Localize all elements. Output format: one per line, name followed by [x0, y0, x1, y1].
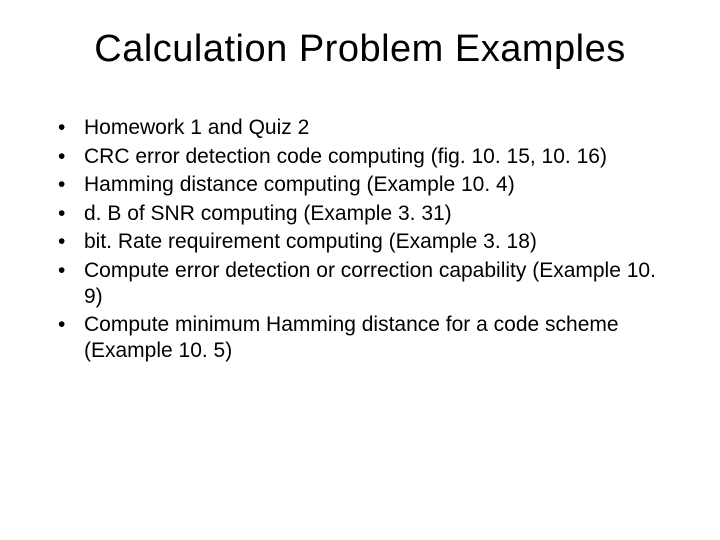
bullet-icon: •	[56, 201, 84, 227]
list-item-text: Homework 1 and Quiz 2	[84, 115, 672, 141]
list-item-text: Compute error detection or correction ca…	[84, 258, 672, 309]
list-item: • Homework 1 and Quiz 2	[56, 115, 672, 141]
bullet-icon: •	[56, 144, 84, 170]
list-item: • Compute error detection or correction …	[56, 258, 672, 309]
page-title: Calculation Problem Examples	[48, 28, 672, 71]
list-item: • Hamming distance computing (Example 10…	[56, 172, 672, 198]
bullet-icon: •	[56, 172, 84, 198]
bullet-icon: •	[56, 115, 84, 141]
list-item: • Compute minimum Hamming distance for a…	[56, 312, 672, 363]
bullet-list: • Homework 1 and Quiz 2 • CRC error dete…	[48, 115, 672, 363]
list-item-text: bit. Rate requirement computing (Example…	[84, 229, 672, 255]
bullet-icon: •	[56, 312, 84, 338]
list-item: • bit. Rate requirement computing (Examp…	[56, 229, 672, 255]
bullet-icon: •	[56, 258, 84, 284]
list-item-text: CRC error detection code computing (fig.…	[84, 144, 672, 170]
list-item-text: Compute minimum Hamming distance for a c…	[84, 312, 672, 363]
list-item: • d. B of SNR computing (Example 3. 31)	[56, 201, 672, 227]
list-item-text: d. B of SNR computing (Example 3. 31)	[84, 201, 672, 227]
bullet-icon: •	[56, 229, 84, 255]
list-item: • CRC error detection code computing (fi…	[56, 144, 672, 170]
list-item-text: Hamming distance computing (Example 10. …	[84, 172, 672, 198]
